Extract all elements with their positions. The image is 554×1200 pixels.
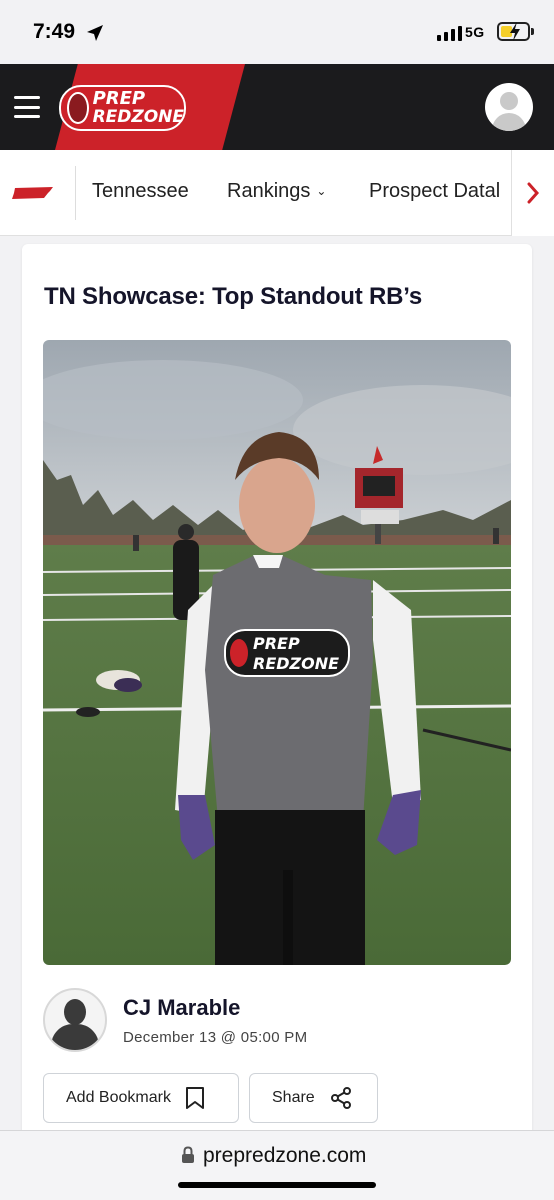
nav-item-rankings[interactable]: Rankings ⌄: [227, 180, 326, 203]
chevron-down-icon: ⌄: [316, 184, 327, 198]
post-date: December 13 @ 05:00 PM: [123, 1029, 308, 1046]
site-logo[interactable]: PREP REDZONE: [59, 85, 186, 131]
lock-icon: [182, 1146, 194, 1163]
shirt-logo-line1: PREP: [253, 634, 300, 653]
site-header: PREP REDZONE: [0, 64, 554, 150]
chevron-right-icon: [527, 182, 540, 204]
bookmark-icon: [185, 1087, 204, 1109]
nav-item-rankings-label: Rankings: [227, 180, 311, 202]
nav-scroll-next[interactable]: [511, 150, 554, 236]
battery-tip: [531, 28, 534, 35]
hamburger-menu-icon[interactable]: [14, 96, 40, 118]
author-name[interactable]: CJ Marable: [123, 995, 240, 1021]
logo-text-prep: PREP: [92, 88, 146, 109]
nav-divider: [75, 166, 76, 220]
status-bar: 7:49 5G: [0, 0, 554, 64]
add-bookmark-label: Add Bookmark: [66, 1089, 171, 1106]
network-label: 5G: [465, 24, 485, 40]
article-title: TN Showcase: Top Standout RB’s: [44, 283, 423, 310]
status-time: 7:49: [33, 20, 76, 43]
location-arrow-icon: [87, 25, 103, 41]
add-bookmark-button[interactable]: Add Bookmark: [43, 1073, 239, 1123]
share-icon: [330, 1087, 351, 1109]
nav-item-prospect-data[interactable]: Prospect Datal: [369, 180, 511, 203]
share-label: Share: [272, 1089, 315, 1106]
battery-charging-icon: [497, 22, 530, 41]
cell-signal-icon: [437, 25, 462, 41]
author-avatar[interactable]: [43, 988, 107, 1052]
shirt-logo-line2: REDZONE: [253, 654, 339, 673]
logo-text-redzone: REDZONE: [92, 107, 184, 127]
photo-scene: PREP REDZONE: [43, 340, 511, 965]
url-text[interactable]: prepredzone.com: [203, 1144, 366, 1168]
article-photo[interactable]: PREP REDZONE: [43, 340, 511, 965]
football-icon: [67, 92, 89, 124]
share-button[interactable]: Share: [249, 1073, 378, 1123]
home-indicator[interactable]: [178, 1182, 376, 1188]
nav-item-tennessee[interactable]: Tennessee: [92, 180, 189, 203]
tennessee-state-icon[interactable]: [12, 187, 54, 199]
user-avatar-icon[interactable]: [485, 83, 533, 131]
